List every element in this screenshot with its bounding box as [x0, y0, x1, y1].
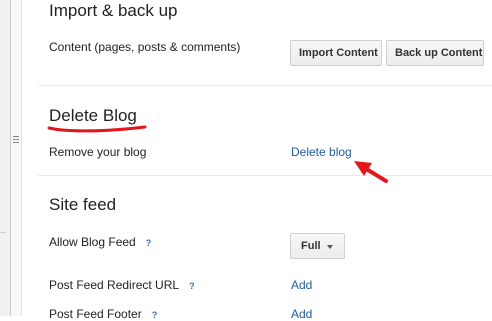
allow-blog-feed-value: Full [301, 240, 321, 252]
settings-panel: Import & back up Content (pages, posts &… [22, 0, 492, 321]
sidebar-collapse-handle[interactable] [11, 0, 22, 316]
help-icon[interactable]: ? [152, 310, 158, 320]
site-feed-title: Site feed [49, 195, 117, 214]
chevron-down-icon [327, 245, 333, 249]
back-up-content-button[interactable]: Back up Content [386, 40, 484, 66]
post-feed-redirect-label: Post Feed Redirect URL? [49, 278, 195, 292]
post-feed-footer-text: Post Feed Footer [49, 307, 142, 321]
content-label: Content (pages, posts & comments) [49, 40, 241, 54]
allow-blog-feed-text: Allow Blog Feed [49, 235, 136, 249]
remove-blog-label: Remove your blog [49, 145, 147, 159]
allow-blog-feed-select[interactable]: Full [290, 233, 345, 259]
import-content-button[interactable]: Import Content [290, 40, 382, 66]
grip-icon [13, 136, 19, 145]
help-icon[interactable]: ? [189, 281, 195, 291]
post-feed-redirect-add-link[interactable]: Add [291, 278, 312, 292]
left-panel [0, 0, 11, 316]
allow-blog-feed-label: Allow Blog Feed? [49, 235, 151, 249]
delete-blog-link[interactable]: Delete blog [291, 145, 352, 159]
post-feed-footer-add-link[interactable]: Add [291, 307, 312, 321]
delete-blog-title: Delete Blog [49, 106, 137, 125]
section-divider [38, 85, 492, 86]
left-panel-edge [0, 232, 6, 233]
post-feed-redirect-text: Post Feed Redirect URL [49, 278, 180, 292]
section-divider [38, 175, 492, 176]
help-icon[interactable]: ? [146, 238, 152, 248]
import-backup-title: Import & back up [49, 1, 178, 20]
post-feed-footer-label: Post Feed Footer? [49, 307, 157, 321]
